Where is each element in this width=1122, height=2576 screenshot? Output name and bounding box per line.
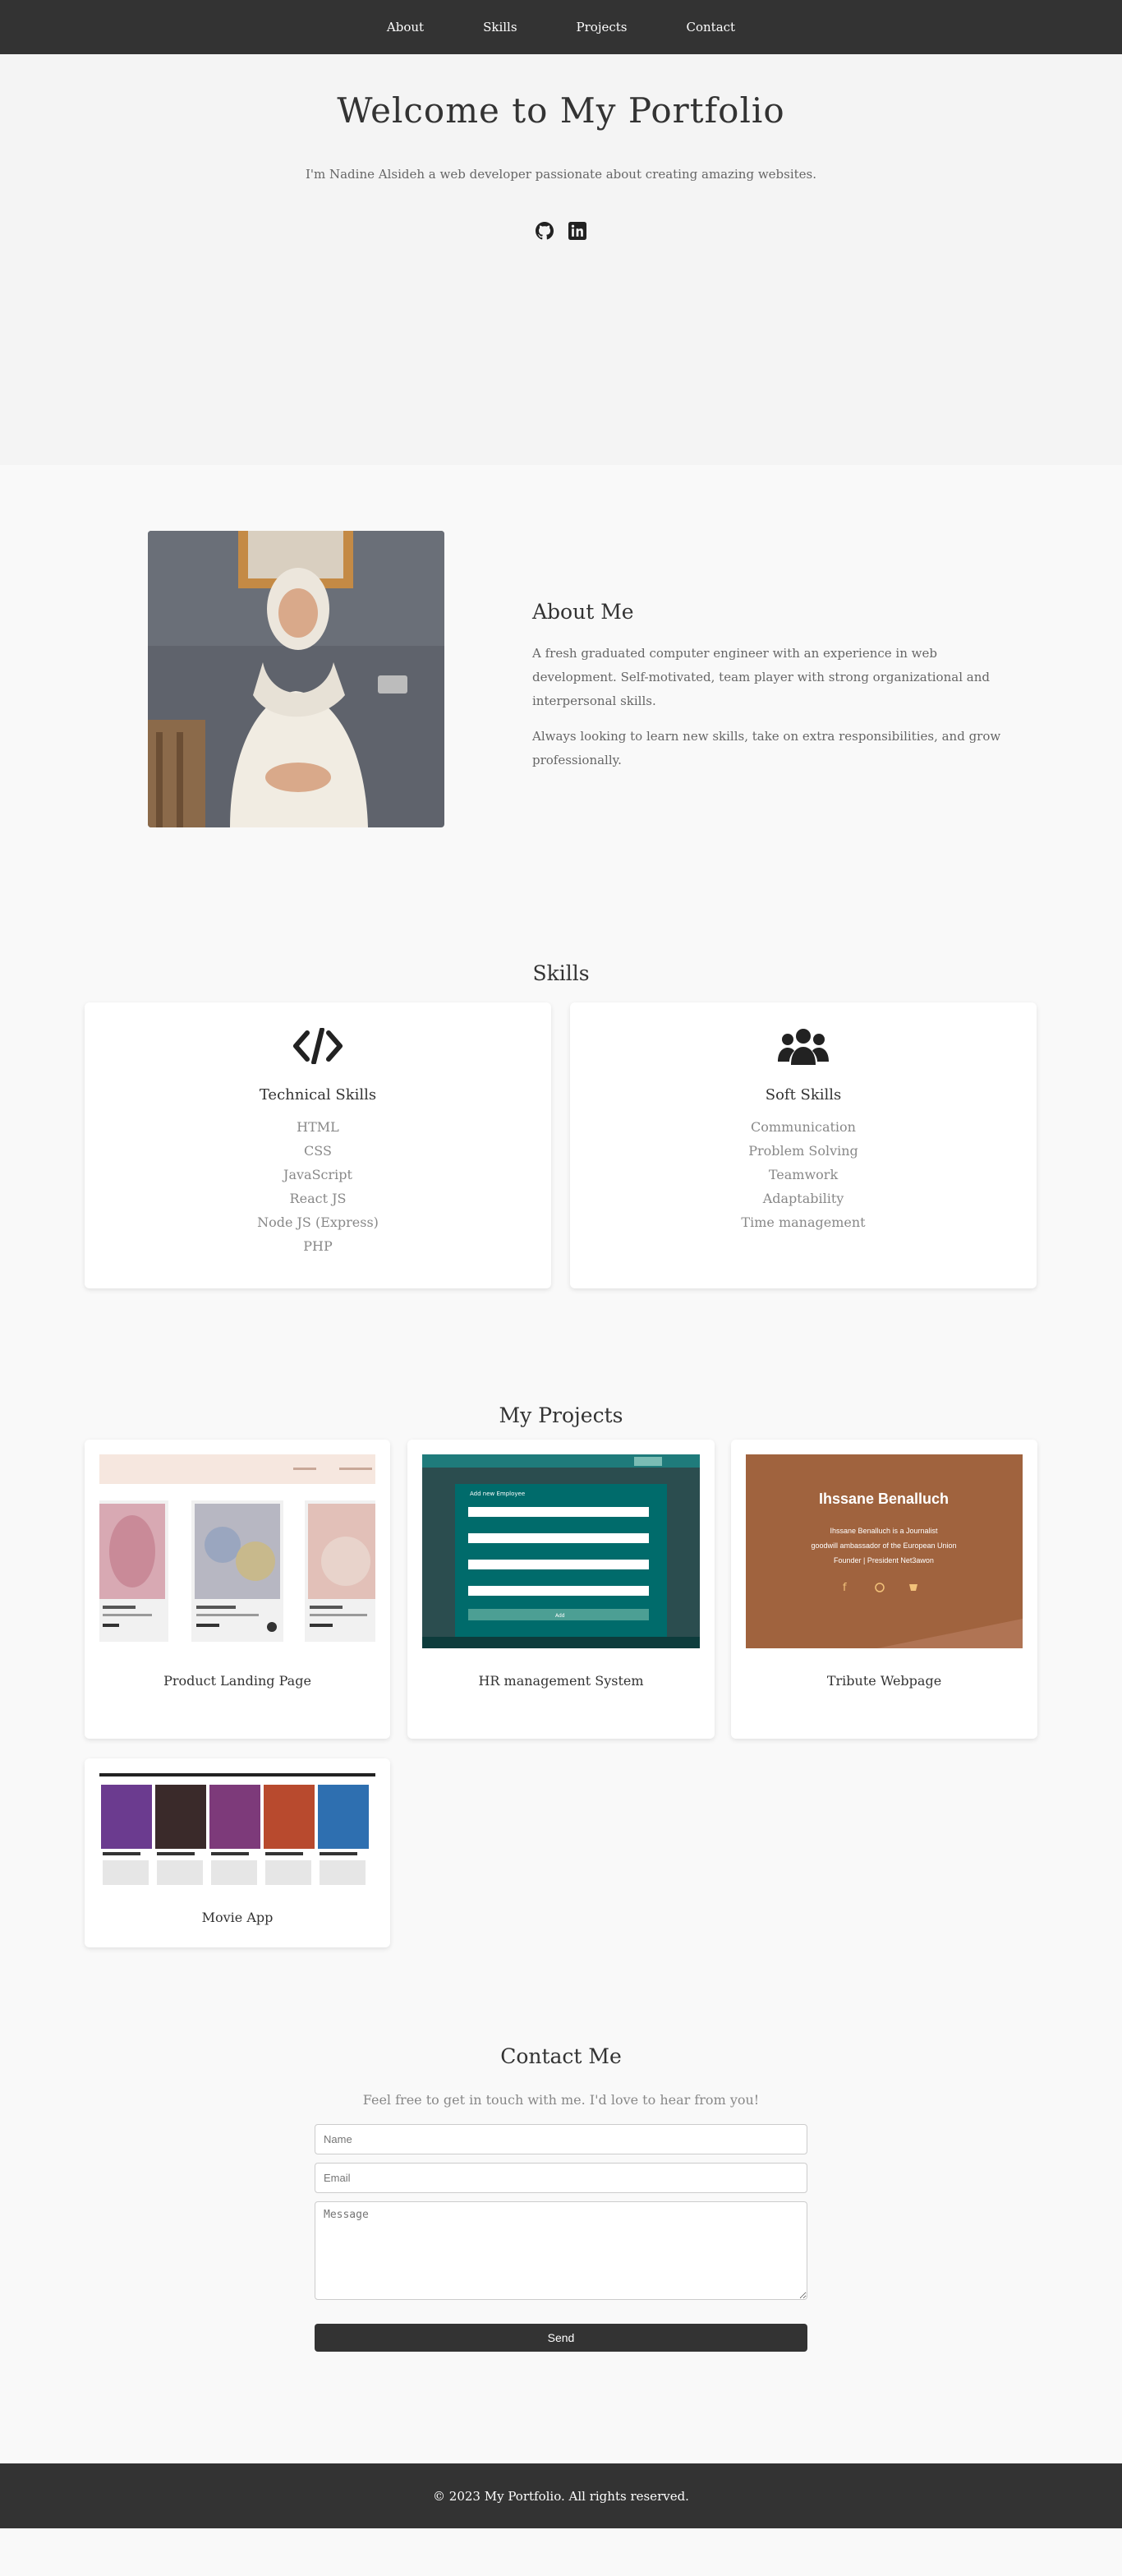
code-icon — [85, 1024, 551, 1068]
list-item: Time management — [741, 1214, 866, 1230]
tribute-preview-line2: goodwill ambassador of the European Unio… — [811, 1541, 956, 1550]
about-title: About Me — [532, 600, 634, 624]
tribute-preview-line3: Founder | President Net3awon — [834, 1556, 934, 1564]
contact-subtitle: Feel free to get in touch with me. I'd l… — [362, 2092, 760, 2108]
project-card-tribute[interactable]: Ihssane Benalluch Ihssane Benalluch is a… — [731, 1440, 1037, 1739]
skills-title: Skills — [532, 961, 590, 985]
about-text: About Me A fresh graduated computer engi… — [532, 600, 1025, 772]
about-section: About Me A fresh graduated computer engi… — [0, 465, 1122, 925]
soft-skills-title: Soft Skills — [765, 1086, 842, 1104]
footer: © 2023 My Portfolio. All rights reserved… — [0, 2463, 1122, 2528]
email-field[interactable] — [315, 2163, 807, 2193]
social-links — [0, 221, 1122, 241]
project-card-product-landing[interactable]: Product Landing Page — [85, 1440, 390, 1739]
tribute-preview-line1: Ihssane Benalluch is a Journalist — [830, 1527, 938, 1535]
users-icon — [570, 1024, 1037, 1068]
project-thumbnail: Ihssane Benalluch Ihssane Benalluch is a… — [746, 1454, 1023, 1648]
list-item: Adaptability — [762, 1191, 844, 1206]
project-title: Tribute Webpage — [826, 1673, 942, 1689]
copyright-text: © 2023 My Portfolio. All rights reserved… — [433, 2488, 689, 2504]
about-paragraph-1: A fresh graduated computer engineer with… — [532, 646, 990, 708]
project-title: Movie App — [201, 1910, 274, 1925]
project-title: Product Landing Page — [163, 1673, 311, 1689]
list-item: Node JS (Express) — [257, 1214, 379, 1230]
projects-title: My Projects — [499, 1403, 623, 1427]
list-item: PHP — [303, 1238, 333, 1254]
list-item: Communication — [751, 1119, 856, 1135]
soft-skills-card: Soft Skills Communication Problem Solvin… — [570, 1002, 1037, 1288]
project-thumbnail: Add new Employee Add — [422, 1454, 700, 1648]
list-item: JavaScript — [283, 1167, 352, 1182]
list-item: Teamwork — [768, 1167, 839, 1182]
hero-section: Welcome to My Portfolio I'm Nadine Alsid… — [0, 54, 1122, 465]
hero-title: Welcome to My Portfolio — [337, 90, 785, 131]
project-title: HR management System — [478, 1673, 644, 1689]
nav-link-about[interactable]: About — [387, 20, 424, 35]
linkedin-icon[interactable] — [568, 221, 587, 241]
nav-link-skills[interactable]: Skills — [483, 20, 517, 35]
about-paragraph-2: Always looking to learn new skills, take… — [532, 729, 1001, 767]
technical-skills-title: Technical Skills — [259, 1086, 377, 1104]
project-card-movie-app[interactable]: Movie App — [85, 1758, 390, 1947]
tribute-preview-name: Ihssane Benalluch — [819, 1491, 949, 1507]
name-field[interactable] — [315, 2124, 807, 2154]
list-item: HTML — [297, 1119, 339, 1135]
soft-skills-list: Communication Problem Solving Teamwork A… — [570, 1115, 1037, 1234]
contact-title: Contact Me — [500, 2044, 622, 2068]
message-field[interactable] — [315, 2201, 807, 2300]
list-item: Problem Solving — [748, 1143, 858, 1159]
hr-preview-heading: Add new Employee — [470, 1491, 525, 1497]
list-item: React JS — [289, 1191, 347, 1206]
send-button[interactable]: Send — [315, 2324, 807, 2352]
svg-text:f: f — [843, 1582, 847, 1594]
top-navbar: About Skills Projects Contact — [0, 0, 1122, 54]
contact-section: Contact Me Feel free to get in touch wit… — [0, 2044, 1122, 2463]
profile-photo — [148, 531, 444, 827]
technical-skills-list: HTML CSS JavaScript React JS Node JS (Ex… — [85, 1115, 551, 1258]
hr-preview-button: Add — [555, 1613, 565, 1619]
hero-subtitle: I'm Nadine Alsideh a web developer passi… — [305, 167, 817, 182]
nav-link-projects[interactable]: Projects — [577, 20, 628, 35]
github-icon[interactable] — [535, 221, 554, 241]
list-item: CSS — [304, 1143, 332, 1159]
project-thumbnail — [99, 1773, 375, 1896]
project-card-hr-management[interactable]: Add new Employee Add HR management Syste… — [407, 1440, 715, 1739]
skills-section: Skills Technical Skills HTML CSS JavaScr… — [0, 925, 1122, 1403]
projects-section: My Projects Product Landing Page Add new… — [0, 1403, 1122, 2044]
nav-link-contact[interactable]: Contact — [687, 20, 736, 35]
project-thumbnail — [99, 1454, 375, 1648]
technical-skills-card: Technical Skills HTML CSS JavaScript Rea… — [85, 1002, 551, 1288]
